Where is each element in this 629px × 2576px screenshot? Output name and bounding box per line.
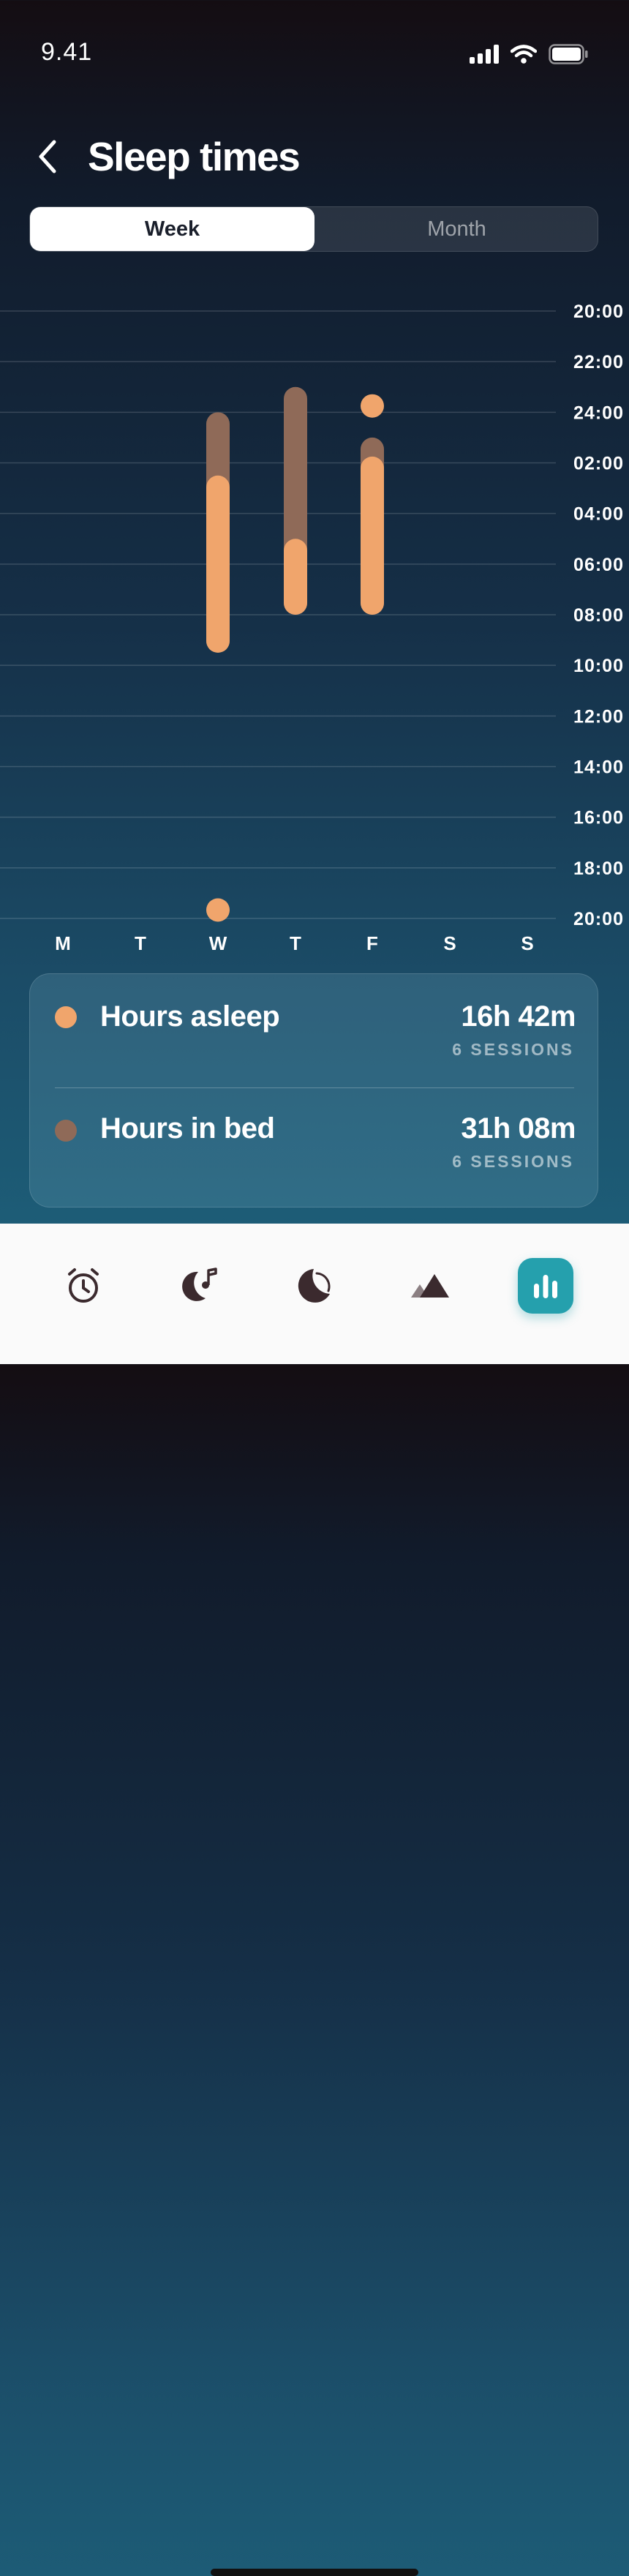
summary-row-asleep: Hours asleep 16h 42m 6 SESSIONS: [30, 974, 599, 1084]
tab-sleep[interactable]: [278, 1253, 351, 1319]
y-tick-label: 16:00: [573, 808, 624, 828]
asleep-point: [361, 394, 384, 418]
home-indicator: [211, 2569, 418, 2576]
tab-alarm[interactable]: [47, 1253, 120, 1319]
status-bar: 9.41: [0, 0, 629, 102]
summary-label: Hours asleep: [100, 1000, 280, 1033]
y-tick-label: 10:00: [573, 656, 624, 676]
y-tick-label: 20:00: [573, 909, 624, 929]
x-day-label: M: [55, 932, 71, 954]
tab-week[interactable]: Week: [30, 207, 314, 251]
x-day-label: S: [521, 932, 533, 954]
x-day-label: S: [443, 932, 456, 954]
chevron-left-icon: [39, 140, 56, 173]
y-tick-label: 12:00: [573, 706, 624, 727]
asleep-bar: [361, 456, 384, 615]
summary-sessions: 6 SESSIONS: [452, 1152, 574, 1171]
wifi-icon: [511, 45, 537, 64]
x-day-label: T: [135, 932, 146, 954]
header: Sleep times: [0, 124, 629, 190]
x-day-label: W: [209, 932, 227, 954]
asleep-point: [206, 898, 230, 922]
tab-month[interactable]: Month: [314, 207, 599, 251]
summary-sessions: 6 SESSIONS: [452, 1040, 574, 1059]
battery-icon: [549, 44, 588, 64]
y-tick-label: 02:00: [573, 454, 624, 474]
signal-icon: [470, 45, 499, 64]
page-title: Sleep times: [88, 134, 301, 179]
tab-bar: [0, 1224, 629, 2576]
y-tick-label: 18:00: [573, 858, 624, 879]
statistics-icon: [534, 1275, 557, 1298]
tab-sleep-sounds[interactable]: [162, 1253, 236, 1319]
moon-icon: [298, 1269, 331, 1303]
sleep-sounds-icon: [182, 1268, 217, 1301]
mountains-icon: [411, 1274, 449, 1298]
summary-value: 16h 42m: [461, 1000, 576, 1033]
in-bed-legend-dot: [55, 1120, 77, 1142]
summary-row-in-bed: Hours in bed 31h 08m 6 SESSIONS: [30, 1087, 599, 1197]
asleep-bar: [206, 475, 230, 653]
summary-card: Hours asleep 16h 42m 6 SESSIONS Hours in…: [29, 973, 598, 1208]
sleep-chart: 20:00 22:00 24:00 02:00 04:00 06:00 08:00 10:00…: [0, 302, 624, 954]
y-tick-label: 08:00: [573, 605, 624, 626]
statistics-active-indicator: [518, 1258, 573, 1314]
x-day-label: F: [366, 932, 378, 954]
alarm-clock-icon: [68, 1268, 99, 1303]
asleep-bar: [284, 539, 307, 615]
y-tick-label: 20:00: [573, 302, 624, 322]
y-tick-label: 14:00: [573, 757, 624, 778]
summary-label: Hours in bed: [100, 1112, 275, 1145]
status-time: 9.41: [41, 38, 93, 66]
asleep-legend-dot: [55, 1006, 77, 1028]
tab-journeys[interactable]: [393, 1253, 467, 1319]
period-segmented-control: Week Month: [29, 206, 598, 252]
status-icons: [470, 44, 588, 64]
back-button[interactable]: [32, 135, 64, 179]
tab-statistics[interactable]: [509, 1253, 582, 1319]
x-day-label: T: [290, 932, 301, 954]
y-tick-label: 04:00: [573, 504, 624, 525]
y-tick-label: 22:00: [573, 352, 624, 372]
y-tick-label: 06:00: [573, 555, 624, 575]
y-tick-label: 24:00: [573, 402, 624, 423]
summary-value: 31h 08m: [461, 1112, 576, 1145]
